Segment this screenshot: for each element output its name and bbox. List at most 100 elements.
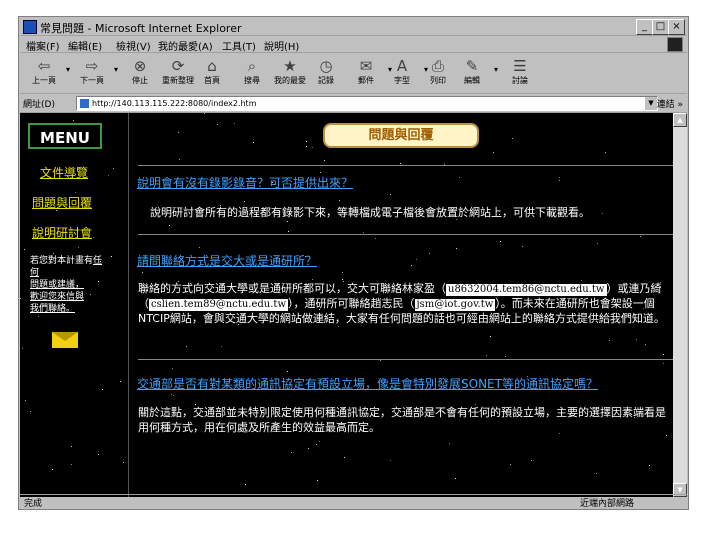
star	[288, 231, 289, 232]
star	[666, 435, 667, 436]
email-link[interactable]: u8632004.tem86@nctu.edu.tw	[446, 284, 607, 296]
question-2[interactable]: 請問聯絡方式是交大或是通研所？	[137, 252, 317, 269]
star	[20, 298, 21, 299]
star	[179, 159, 180, 160]
star	[78, 247, 79, 248]
history-button[interactable]: ◷ 記錄	[306, 55, 346, 91]
star	[456, 248, 457, 249]
star	[636, 339, 637, 340]
menu-help[interactable]: 說明(H)	[264, 38, 299, 53]
star	[663, 354, 664, 355]
star	[53, 253, 54, 254]
star	[172, 368, 173, 369]
star	[640, 236, 641, 237]
star	[596, 473, 597, 474]
nav-link-qa[interactable]: 問題與回覆	[32, 194, 92, 211]
close-button[interactable]: ×	[668, 19, 685, 35]
address-input[interactable]: http://140.113.115.222:8080/index2.htm ▼	[76, 96, 658, 111]
star	[342, 279, 343, 280]
star	[645, 344, 646, 345]
menu-button[interactable]: MENU	[28, 123, 102, 149]
maximize-button[interactable]: □	[652, 19, 669, 35]
minimize-button[interactable]: _	[636, 19, 653, 35]
menu-file[interactable]: 檔案(F)	[26, 38, 60, 53]
edit-label: 編輯	[464, 76, 480, 85]
star	[429, 253, 430, 254]
star	[30, 411, 31, 412]
mail-button[interactable]: ✉ 郵件 ▾	[346, 55, 392, 91]
search-button[interactable]: ⌕ 搜尋	[232, 55, 272, 91]
chevron-down-icon[interactable]: ▾	[66, 65, 70, 74]
note-link[interactable]: 歡迎您來信與	[30, 292, 84, 302]
star	[363, 232, 364, 233]
edit-button[interactable]: ✎ 編輯 ▾	[452, 55, 498, 91]
star	[605, 152, 606, 153]
star	[142, 272, 143, 273]
star	[108, 175, 109, 176]
star	[98, 454, 99, 455]
star	[344, 457, 345, 458]
star	[234, 123, 235, 124]
window-title: 常見問題 - Microsoft Internet Explorer	[40, 22, 242, 35]
star	[338, 326, 339, 327]
star	[320, 172, 321, 173]
star	[312, 147, 313, 148]
mail-icon: ✉	[359, 57, 373, 75]
home-button[interactable]: ⌂ 首頁	[192, 55, 232, 91]
star	[649, 465, 650, 466]
email-link[interactable]: jsm@iot.gov.tw	[414, 299, 496, 311]
chevron-down-icon[interactable]: ▼	[645, 97, 657, 110]
status-bar: 完成 近端內部網路	[20, 494, 687, 509]
menu-view[interactable]: 檢視(V)	[116, 38, 151, 53]
back-button[interactable]: ⇦ 上一頁 ▾	[24, 55, 70, 91]
nav-link-docs[interactable]: 文件導覽	[40, 164, 88, 181]
star	[663, 363, 664, 364]
answer-1: 說明研討會所有的過程都有錄影下來，等轉檔成電子檔後會放置於網站上，可供下載觀看。	[150, 206, 590, 219]
zone-text: 近端內部網路	[580, 499, 635, 509]
menu-tools[interactable]: 工具(T)	[222, 38, 256, 53]
note-line: 若您對本計畫有	[30, 256, 94, 266]
star	[287, 221, 288, 222]
star	[169, 225, 170, 226]
back-label: 上一頁	[32, 76, 56, 85]
star	[411, 265, 412, 266]
star	[455, 478, 456, 479]
star	[287, 371, 288, 372]
star	[291, 452, 292, 453]
vertical-scrollbar[interactable]: ▲ ▼	[673, 113, 687, 497]
star	[24, 249, 25, 250]
discuss-button[interactable]: ☰ 討論	[500, 55, 540, 91]
forward-button[interactable]: ⇨ 下一頁 ▾	[72, 55, 118, 91]
menu-favorites[interactable]: 我的最愛(A)	[158, 38, 213, 53]
menu-edit[interactable]: 編輯(E)	[68, 38, 102, 53]
chevron-down-icon[interactable]: ▾	[494, 65, 498, 74]
envelope-icon[interactable]	[52, 332, 78, 348]
star	[449, 443, 450, 444]
star	[111, 256, 112, 257]
email-link[interactable]: cslien.tem89@nctu.edu.tw	[149, 299, 289, 311]
star	[52, 469, 53, 470]
links-button[interactable]: 連結 »	[657, 97, 683, 110]
stop-button[interactable]: ⊗ 停止	[120, 55, 160, 91]
star	[559, 177, 560, 178]
star	[390, 194, 391, 195]
star	[400, 163, 401, 164]
star	[505, 356, 506, 357]
favorites-button[interactable]: ★ 我的最愛	[270, 55, 310, 91]
favorites-icon: ★	[283, 57, 297, 75]
note-link[interactable]: 我們聯絡。	[30, 304, 75, 314]
star	[221, 346, 222, 347]
status-text: 完成	[24, 499, 43, 509]
star	[597, 243, 598, 244]
star	[380, 360, 381, 361]
star	[510, 464, 511, 465]
question-3[interactable]: 交通部是否有對某類的通訊協定有預設立場，像是會特別發展SONET等的通訊協定嗎？	[137, 375, 598, 392]
font-button[interactable]: A 字型 ▾	[382, 55, 428, 91]
toolbar: ⇦ 上一頁 ▾ ⇨ 下一頁 ▾ ⊗ 停止 ⟳ 重新整理 ⌂ 首頁 ⌕ 搜尋 ★ 我的最愛 ◷ 記錄 …	[20, 53, 687, 94]
question-1[interactable]: 說明會有沒有錄影錄音？可否提供出來？	[137, 174, 353, 191]
nav-link-seminar[interactable]: 說明研討會	[32, 224, 92, 241]
chevron-down-icon[interactable]: ▾	[114, 65, 118, 74]
scroll-up-icon[interactable]: ▲	[673, 113, 687, 127]
note-link[interactable]: 問題或建議，	[30, 280, 84, 290]
history-label: 記錄	[318, 76, 334, 85]
